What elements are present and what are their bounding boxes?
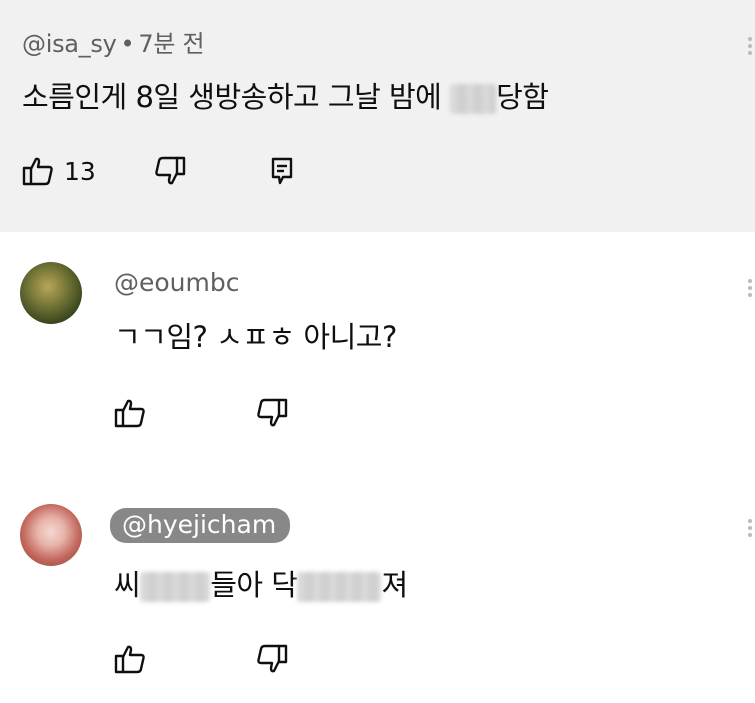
comment-text: 소름인게 8일 생방송하고 그날 밤에 당함 (22, 74, 549, 116)
dislike-button[interactable] (256, 398, 288, 428)
more-vertical-icon (748, 37, 752, 41)
like-count: 13 (64, 156, 96, 186)
reply-text: 씨 들아 닥 져 (114, 562, 408, 604)
dislike-button[interactable] (256, 644, 288, 674)
more-vertical-icon (748, 279, 752, 283)
avatar[interactable] (20, 262, 82, 324)
like-button[interactable]: 13 (22, 156, 96, 186)
comment-username[interactable]: @isa_sy (22, 30, 117, 58)
reply-item: @hyejicham 씨 들아 닥 져 (0, 472, 755, 703)
censored-blur (297, 572, 382, 602)
more-menu-button[interactable] (745, 516, 755, 546)
thumbs-down-icon (155, 156, 186, 185)
more-menu-button[interactable] (745, 34, 755, 64)
reply-actions (114, 398, 288, 428)
comment-reply-icon (271, 157, 293, 185)
avatar[interactable] (20, 504, 82, 566)
comment-time: 7분 전 (138, 30, 205, 58)
meta-separator: • (120, 30, 135, 58)
like-button[interactable] (114, 398, 146, 428)
comment-actions: 13 (22, 156, 294, 186)
reply-actions (114, 644, 288, 674)
reply-username[interactable]: @eoumbc (114, 268, 240, 297)
censored-blur (140, 572, 211, 602)
thumbs-down-icon (257, 644, 288, 673)
more-vertical-icon (748, 519, 752, 523)
comment-meta: @isa_sy • 7분 전 (22, 24, 205, 59)
thumbs-down-icon (257, 398, 288, 427)
thumbs-up-icon (114, 645, 145, 674)
reply-text-part1: 씨 (114, 568, 141, 602)
reply-text-part3: 져 (381, 568, 408, 602)
reply-username-badge[interactable]: @hyejicham (110, 508, 291, 543)
comment-text-start: 소름인게 8일 생방송하고 그날 밤에 (22, 80, 451, 114)
like-button[interactable] (114, 644, 146, 674)
dislike-button[interactable] (154, 156, 186, 186)
thumbs-up-icon (22, 157, 53, 186)
reply-button[interactable] (270, 156, 294, 186)
censored-blur (450, 84, 497, 114)
comment-text-end: 당함 (496, 80, 549, 114)
reply-text: ㄱㄱ임? ㅅㅍㅎ 아니고? (114, 320, 397, 354)
reply-text-part2: 들아 닥 (210, 568, 298, 602)
more-menu-button[interactable] (745, 276, 755, 306)
thumbs-up-icon (114, 399, 145, 428)
reply-item: @eoumbc ㄱㄱ임? ㅅㅍㅎ 아니고? (0, 232, 755, 472)
top-comment: @isa_sy • 7분 전 소름인게 8일 생방송하고 그날 밤에 당함 13 (0, 0, 755, 232)
